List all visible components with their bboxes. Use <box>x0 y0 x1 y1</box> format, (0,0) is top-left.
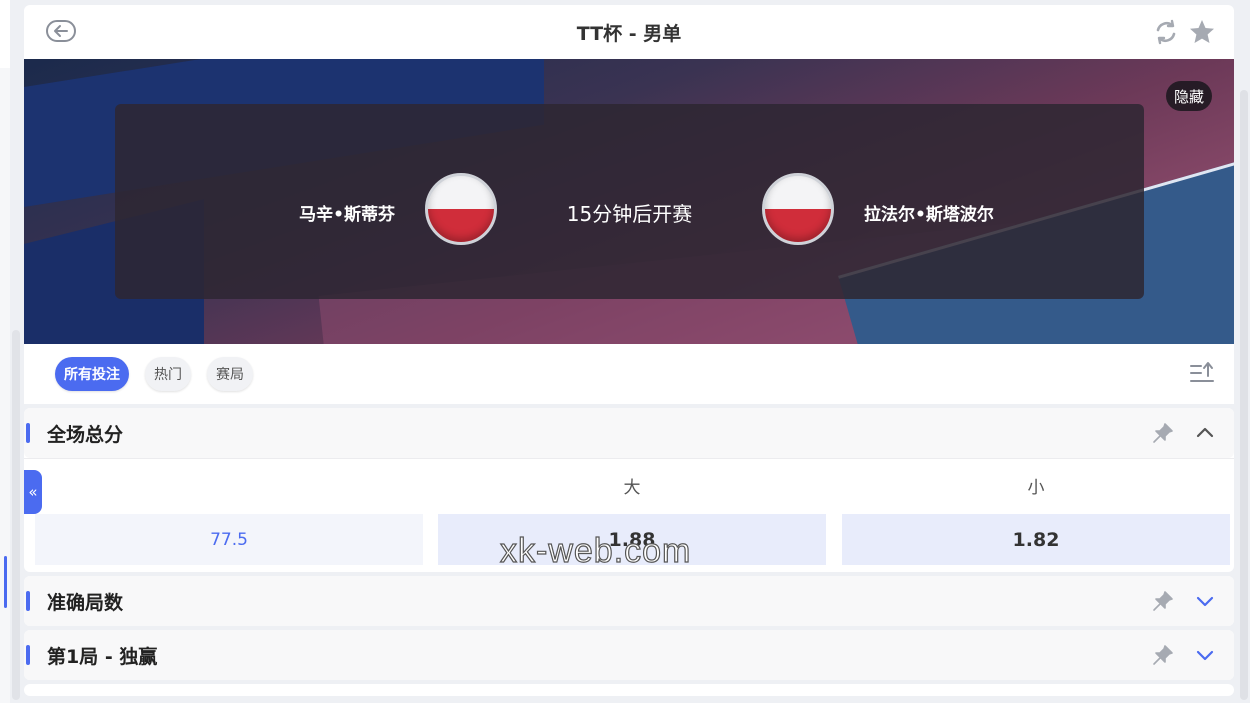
market-header[interactable]: 第1局 - 独赢 <box>24 630 1234 680</box>
total-line-value: 77.5 <box>35 514 423 565</box>
chevron-up-icon[interactable] <box>1194 422 1216 444</box>
sort-icon[interactable] <box>1188 359 1216 387</box>
chevron-down-icon[interactable] <box>1194 590 1216 612</box>
page-title: TT杯 - 男单 <box>576 22 682 45</box>
market-tabs: 所有投注 热门 赛局 <box>24 344 1234 404</box>
tab-all-bets[interactable]: 所有投注 <box>55 357 129 391</box>
under-odds-button[interactable]: 1.82 <box>842 514 1230 565</box>
chevron-down-icon[interactable] <box>1194 644 1216 666</box>
back-arrow-icon <box>54 25 68 37</box>
tab-popular[interactable]: 热门 <box>145 357 191 391</box>
back-button[interactable] <box>46 20 76 42</box>
market-accent-bar <box>26 423 30 443</box>
left-scrollbar[interactable] <box>12 330 20 700</box>
sidebar-top-block <box>0 0 10 68</box>
away-player-name: 拉法尔•斯塔波尔 <box>864 205 994 225</box>
match-scoreboard: 马辛•斯蒂芬 15分钟后开赛 拉法尔•斯塔波尔 <box>115 104 1144 299</box>
hide-banner-button[interactable]: 隐藏 <box>1165 81 1212 111</box>
column-over-label: 大 <box>623 478 641 498</box>
over-odds-button[interactable]: 1.88 <box>438 514 826 565</box>
sidebar-active-indicator <box>4 556 7 608</box>
refresh-icon[interactable] <box>1152 18 1180 46</box>
market-title: 准确局数 <box>47 591 124 614</box>
left-sidebar-strip <box>0 0 10 703</box>
market-header[interactable]: 全场总分 <box>24 408 1234 458</box>
market-title: 第1局 - 独赢 <box>47 645 158 668</box>
column-under-label: 小 <box>1027 478 1045 498</box>
right-scrollbar[interactable] <box>1240 90 1248 700</box>
market-accent-bar <box>26 591 30 611</box>
odds-column-headers: 大 小 <box>24 458 1234 510</box>
pin-icon[interactable] <box>1152 644 1174 666</box>
match-banner: 隐藏 马辛•斯蒂芬 15分钟后开赛 拉法尔•斯塔波尔 <box>24 59 1234 344</box>
market-accent-bar <box>26 645 30 665</box>
star-icon[interactable] <box>1188 18 1216 46</box>
market-game1-winner: 第1局 - 独赢 <box>24 630 1234 680</box>
market-total-points: 全场总分 大 小 77.5 1.88 1.82 <box>24 408 1234 572</box>
side-collapse-button[interactable]: « <box>24 470 42 514</box>
pin-icon[interactable] <box>1152 422 1174 444</box>
match-panel: TT杯 - 男单 隐藏 马辛•斯蒂芬 15分钟后开赛 拉法尔•斯塔波尔 所有投注… <box>24 5 1234 703</box>
tab-games[interactable]: 赛局 <box>207 357 253 391</box>
away-flag-icon <box>762 173 834 245</box>
market-title: 全场总分 <box>47 423 124 446</box>
match-header: TT杯 - 男单 <box>24 5 1234 59</box>
market-exact-games: 准确局数 <box>24 576 1234 626</box>
pin-icon[interactable] <box>1152 590 1174 612</box>
odds-row: 77.5 1.88 1.82 <box>24 510 1234 572</box>
market-header[interactable]: 准确局数 <box>24 576 1234 626</box>
market-next-partial <box>24 684 1234 696</box>
